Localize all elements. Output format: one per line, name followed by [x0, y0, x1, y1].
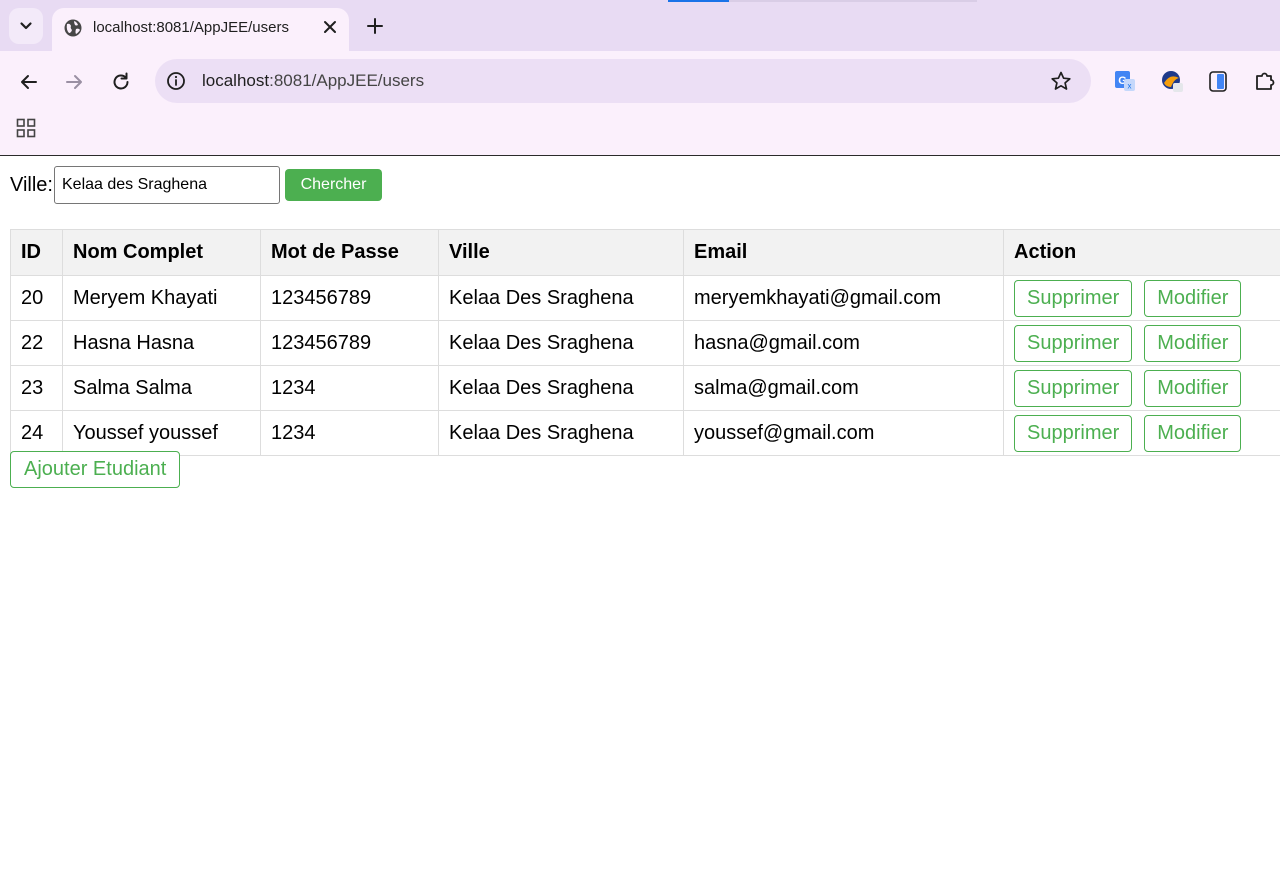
edit-button[interactable]: Modifier [1144, 279, 1242, 317]
delete-button[interactable]: Supprimer [1014, 414, 1133, 452]
edit-button[interactable]: Modifier [1144, 369, 1242, 407]
loading-track [729, 0, 977, 2]
cell-id: 20 [10, 275, 63, 321]
table-row: 24 Youssef youssef 1234 Kelaa Des Sraghe… [10, 410, 1280, 456]
delete-button[interactable]: Supprimer [1014, 369, 1133, 407]
table-row: 22 Hasna Hasna 123456789 Kelaa Des Sragh… [10, 320, 1280, 366]
apps-grid-icon[interactable] [16, 118, 36, 138]
table-header-row: ID Nom Complet Mot de Passe Ville Email … [10, 229, 1280, 276]
cell-nom: Salma Salma [62, 365, 261, 411]
cell-nom: Hasna Hasna [62, 320, 261, 366]
url-path: :8081/AppJEE/users [269, 71, 425, 90]
close-icon[interactable] [320, 17, 340, 37]
cell-email: meryemkhayati@gmail.com [683, 275, 1004, 321]
cell-id: 22 [10, 320, 63, 366]
globe-icon [64, 19, 82, 37]
cell-nom: Meryem Khayati [62, 275, 261, 321]
search-label: Ville: [10, 173, 53, 196]
table-row: 20 Meryem Khayati 123456789 Kelaa Des Sr… [10, 275, 1280, 321]
cell-action: Supprimer Modifier [1003, 410, 1280, 456]
browser-chrome: localhost:8081/AppJEE/users localhost:80… [0, 0, 1280, 156]
delete-button[interactable]: Supprimer [1014, 279, 1133, 317]
add-student-button[interactable]: Ajouter Etudiant [10, 451, 181, 488]
arrow-right-icon[interactable] [62, 70, 86, 94]
cell-mdp: 1234 [260, 410, 439, 456]
cell-email: hasna@gmail.com [683, 320, 1004, 366]
url-host: localhost [202, 71, 270, 90]
address-bar[interactable]: localhost:8081/AppJEE/users [155, 59, 1091, 103]
cell-mdp: 123456789 [260, 320, 439, 366]
cell-action: Supprimer Modifier [1003, 275, 1280, 321]
page-content: Ville: Chercher ID Nom Complet Mot de Pa… [0, 157, 1280, 873]
cell-ville: Kelaa Des Sraghena [438, 365, 684, 411]
delete-button[interactable]: Supprimer [1014, 324, 1133, 362]
info-icon[interactable] [165, 70, 187, 92]
table-row: 23 Salma Salma 1234 Kelaa Des Sraghena s… [10, 365, 1280, 411]
star-icon[interactable] [1050, 70, 1072, 92]
puzzle-icon[interactable] [1253, 69, 1277, 93]
column-header-ville: Ville [438, 229, 684, 276]
tab-title: localhost:8081/AppJEE/users [93, 19, 289, 36]
cell-id: 23 [10, 365, 63, 411]
chevron-down-icon [20, 22, 32, 30]
column-header-nom: Nom Complet [62, 229, 261, 276]
column-header-action: Action [1003, 229, 1280, 276]
cell-ville: Kelaa Des Sraghena [438, 410, 684, 456]
tab-active[interactable]: localhost:8081/AppJEE/users [52, 8, 349, 52]
edit-button[interactable]: Modifier [1144, 324, 1242, 362]
column-header-email: Email [683, 229, 1004, 276]
search-input[interactable] [54, 166, 280, 204]
loading-bar [668, 0, 729, 2]
column-header-id: ID [10, 229, 63, 276]
search-form: Ville: Chercher [10, 166, 382, 204]
phone-icon[interactable] [1206, 69, 1230, 93]
cell-id: 24 [10, 410, 63, 456]
edit-button[interactable]: Modifier [1144, 414, 1242, 452]
column-header-mdp: Mot de Passe [260, 229, 439, 276]
cell-nom: Youssef youssef [62, 410, 261, 456]
cell-mdp: 123456789 [260, 275, 439, 321]
translate-icon[interactable]: G x [1113, 69, 1137, 93]
cell-ville: Kelaa Des Sraghena [438, 320, 684, 366]
plus-icon[interactable] [365, 16, 385, 36]
search-button[interactable]: Chercher [285, 169, 382, 201]
reload-icon[interactable] [109, 70, 133, 94]
cell-ville: Kelaa Des Sraghena [438, 275, 684, 321]
cell-email: salma@gmail.com [683, 365, 1004, 411]
cell-mdp: 1234 [260, 365, 439, 411]
svg-text:x: x [1128, 82, 1132, 91]
url-text[interactable]: localhost:8081/AppJEE/users [202, 71, 424, 91]
arrow-left-icon[interactable] [17, 70, 41, 94]
tab-search-button[interactable] [9, 8, 43, 44]
cell-action: Supprimer Modifier [1003, 320, 1280, 366]
cell-action: Supprimer Modifier [1003, 365, 1280, 411]
tab-strip: localhost:8081/AppJEE/users [0, 0, 1280, 52]
users-table: ID Nom Complet Mot de Passe Ville Email … [10, 229, 1280, 456]
cell-email: youssef@gmail.com [683, 410, 1004, 456]
extension-icon[interactable] [1160, 69, 1184, 93]
